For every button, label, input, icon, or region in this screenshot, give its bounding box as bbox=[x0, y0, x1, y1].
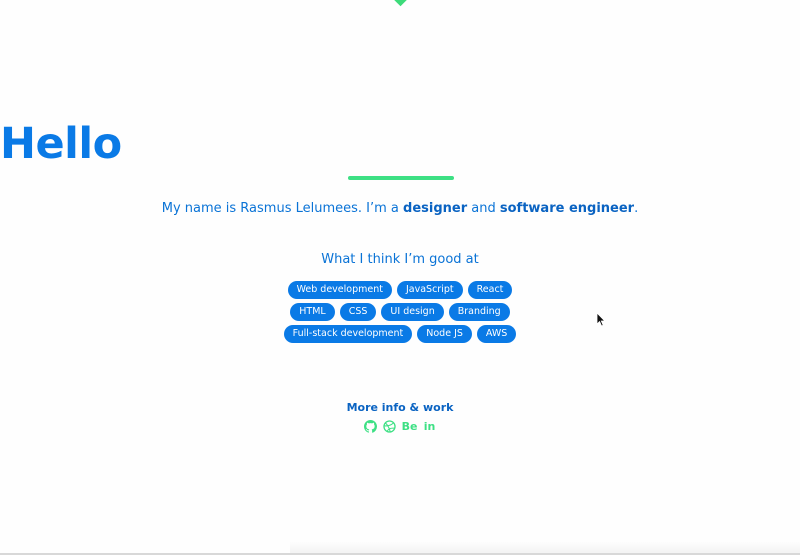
skill-tag-javascript[interactable]: JavaScript bbox=[396, 281, 463, 299]
skills-heading: What I think I’m good at bbox=[321, 252, 479, 267]
intro-text: My name is Rasmus Lelumees. I’m a design… bbox=[0, 201, 800, 216]
page-title: Hello bbox=[0, 119, 122, 169]
skill-tag-web-development[interactable]: Web development bbox=[287, 281, 392, 299]
intro-suffix: . bbox=[634, 201, 639, 216]
skill-tag-react[interactable]: React bbox=[467, 281, 513, 299]
skill-tag-ui-design[interactable]: UI design bbox=[381, 303, 444, 321]
skill-tag-css[interactable]: CSS bbox=[339, 303, 377, 321]
intro-and: and bbox=[467, 201, 500, 216]
top-marker bbox=[392, 0, 409, 7]
title-underline bbox=[348, 176, 454, 180]
more-info-label: More info & work bbox=[346, 401, 454, 414]
skill-tag-branding[interactable]: Branding bbox=[448, 303, 510, 321]
skills-row-1: Web development JavaScript React bbox=[0, 281, 800, 299]
behance-icon[interactable]: Be bbox=[402, 419, 418, 433]
skill-tag-aws[interactable]: AWS bbox=[476, 325, 517, 343]
mouse-cursor-icon bbox=[596, 312, 606, 327]
social-links: Be in bbox=[0, 419, 800, 433]
dribbble-icon[interactable] bbox=[383, 419, 397, 433]
skill-tag-full-stack[interactable]: Full-stack development bbox=[283, 325, 413, 343]
skill-tag-node-js[interactable]: Node JS bbox=[417, 325, 472, 343]
github-icon[interactable] bbox=[364, 419, 378, 433]
skill-tag-html[interactable]: HTML bbox=[290, 303, 335, 321]
skills-row-3: Full-stack development Node JS AWS bbox=[0, 325, 800, 343]
linkedin-icon[interactable]: in bbox=[423, 419, 437, 433]
intro-role-engineer: software engineer bbox=[499, 201, 635, 216]
intro-role-designer: designer bbox=[403, 201, 468, 216]
intro-prefix: My name is Rasmus Lelumees. I’m a bbox=[161, 201, 404, 216]
skills-row-2: HTML CSS UI design Branding bbox=[0, 303, 800, 321]
